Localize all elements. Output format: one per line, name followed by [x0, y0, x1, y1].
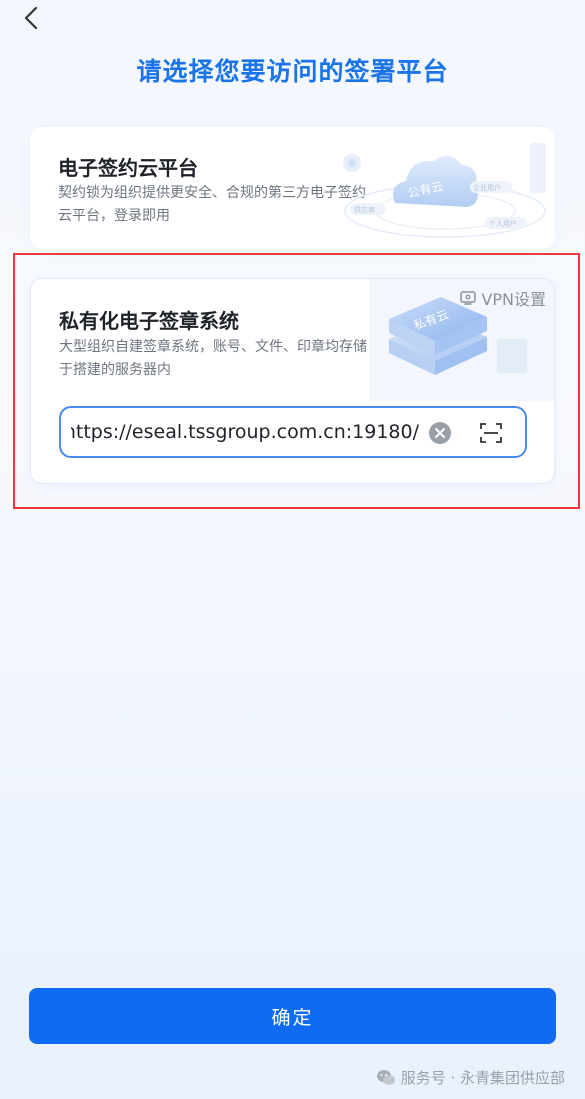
private-platform-description: 大型组织自建签章系统，账号、文件、印章均存储于搭建的服务器内 [59, 339, 367, 378]
watermark: 服务号 · 永青集团供应部 [376, 1067, 565, 1088]
chevron-left-icon [24, 6, 38, 30]
illustration-tag: 供应商 [354, 205, 375, 214]
wechat-icon [376, 1069, 395, 1085]
server-url-value[interactable]: https://eseal.tssgroup.com.cn:19180/ [71, 408, 419, 456]
private-platform-title: 私有化电子签章系统 [59, 309, 239, 333]
server-url-input[interactable]: https://eseal.tssgroup.com.cn:19180/ [59, 406, 527, 458]
public-platform-card[interactable]: 电子签约云平台 契约锁为组织提供更安全、合规的第三方电子签约云平台，登录即用 公… [30, 127, 555, 249]
vpn-icon [460, 291, 477, 305]
private-platform-card[interactable]: 私有云 VPN设置 私有化电子签章系统 大型组织自建签章系统，账号、文件、印章均… [30, 278, 555, 484]
public-cloud-illustration: 公有云 企业用户 供应商 个人用户 [343, 143, 546, 238]
vpn-settings-label: VPN设置 [481, 290, 546, 309]
vpn-settings-link[interactable]: VPN设置 [459, 286, 546, 310]
back-button[interactable] [18, 4, 48, 34]
public-platform-description: 契约锁为组织提供更安全、合规的第三方电子签约云平台，登录即用 [58, 185, 366, 224]
scan-icon[interactable] [479, 421, 503, 445]
illustration-tag: 个人用户 [489, 219, 517, 228]
illustration-tag: 企业用户 [473, 183, 501, 192]
watermark-text: 服务号 · 永青集团供应部 [400, 1069, 565, 1087]
confirm-button[interactable]: 确定 [29, 988, 556, 1044]
clear-icon[interactable] [429, 422, 451, 444]
public-platform-title: 电子签约云平台 [58, 156, 198, 180]
page-title: 请选择您要访问的签署平台 [136, 57, 449, 86]
